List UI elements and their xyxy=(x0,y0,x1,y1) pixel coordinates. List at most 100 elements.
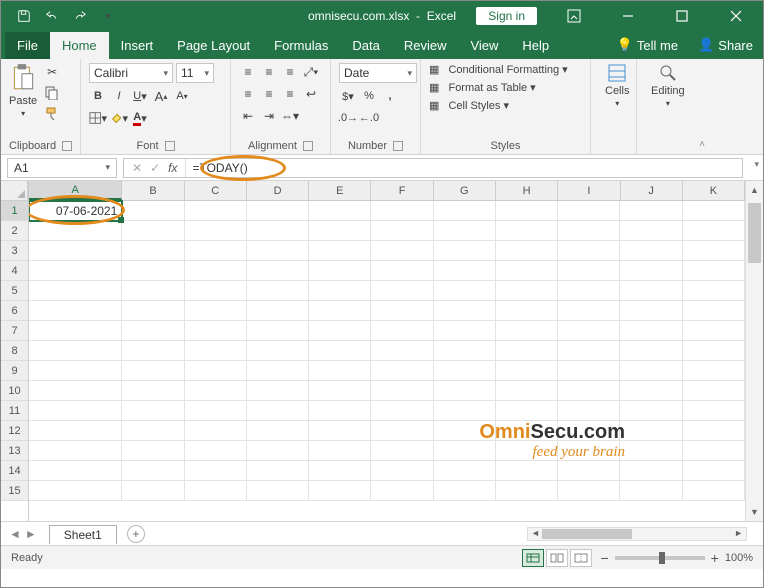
sheet-nav-prev-icon[interactable]: ◄ xyxy=(9,527,21,541)
percent-icon[interactable]: % xyxy=(360,87,378,105)
column-header[interactable]: B xyxy=(122,181,184,200)
column-header[interactable]: G xyxy=(434,181,496,200)
decrease-decimal-icon[interactable]: ←.0 xyxy=(360,109,378,127)
tab-help[interactable]: Help xyxy=(510,32,561,59)
merge-icon[interactable]: ⇔▾ xyxy=(281,107,299,125)
maximize-icon[interactable] xyxy=(659,1,705,31)
column-header[interactable]: I xyxy=(558,181,620,200)
align-center-icon[interactable]: ≡ xyxy=(260,85,278,103)
comma-icon[interactable]: , xyxy=(381,87,399,105)
fx-icon[interactable]: fx xyxy=(168,161,177,175)
cell-grid[interactable]: 07-06-2021 xyxy=(29,201,745,501)
share-button[interactable]: 👤Share xyxy=(688,31,763,59)
editing-button[interactable]: Editing▾ xyxy=(645,63,691,108)
font-launcher-icon[interactable] xyxy=(165,141,175,151)
tab-page-layout[interactable]: Page Layout xyxy=(165,32,262,59)
column-header[interactable]: J xyxy=(621,181,683,200)
qat-customize-icon[interactable]: ▾ xyxy=(99,7,117,25)
scroll-up-icon[interactable]: ▲ xyxy=(746,185,763,195)
row-header[interactable]: 8 xyxy=(1,341,28,361)
number-format-select[interactable]: Date▾ xyxy=(339,63,417,83)
row-header[interactable]: 2 xyxy=(1,221,28,241)
decrease-indent-icon[interactable]: ⇤ xyxy=(239,107,257,125)
row-header[interactable]: 3 xyxy=(1,241,28,261)
increase-indent-icon[interactable]: ⇥ xyxy=(260,107,278,125)
close-icon[interactable] xyxy=(713,1,759,31)
paste-button[interactable]: Paste▾ xyxy=(9,63,37,118)
row-header[interactable]: 5 xyxy=(1,281,28,301)
row-header[interactable]: 14 xyxy=(1,461,28,481)
signin-button[interactable]: Sign in xyxy=(476,7,537,25)
column-header[interactable]: C xyxy=(185,181,247,200)
row-header[interactable]: 1 xyxy=(1,201,28,221)
row-header[interactable]: 6 xyxy=(1,301,28,321)
font-color-icon[interactable]: A▾ xyxy=(131,109,149,127)
cells-button[interactable]: Cells▾ xyxy=(599,63,635,108)
tab-review[interactable]: Review xyxy=(392,32,459,59)
column-header[interactable]: E xyxy=(309,181,371,200)
accounting-icon[interactable]: $▾ xyxy=(339,87,357,105)
scroll-right-icon[interactable]: ► xyxy=(734,528,743,538)
conditional-formatting-button[interactable]: ▦ Conditional Formatting▾ xyxy=(429,63,568,76)
bold-icon[interactable]: B xyxy=(89,87,107,105)
vertical-scrollbar[interactable]: ▲ ▼ xyxy=(745,181,763,521)
column-header[interactable]: A xyxy=(29,181,122,200)
column-header[interactable]: K xyxy=(683,181,745,200)
enter-formula-icon[interactable]: ✓ xyxy=(150,161,160,175)
tab-view[interactable]: View xyxy=(458,32,510,59)
view-page-layout-icon[interactable] xyxy=(546,549,568,567)
sheet-nav-next-icon[interactable]: ► xyxy=(25,527,37,541)
tab-insert[interactable]: Insert xyxy=(109,32,166,59)
tab-data[interactable]: Data xyxy=(340,32,391,59)
zoom-in-button[interactable]: + xyxy=(711,550,719,566)
row-header[interactable]: 12 xyxy=(1,421,28,441)
number-launcher-icon[interactable] xyxy=(393,141,403,151)
column-header[interactable]: H xyxy=(496,181,558,200)
scroll-left-icon[interactable]: ◄ xyxy=(531,528,540,538)
sheet-tab[interactable]: Sheet1 xyxy=(49,525,117,544)
row-header[interactable]: 9 xyxy=(1,361,28,381)
row-header[interactable]: 15 xyxy=(1,481,28,501)
row-header[interactable]: 4 xyxy=(1,261,28,281)
minimize-icon[interactable] xyxy=(605,1,651,31)
column-header[interactable]: D xyxy=(247,181,309,200)
increase-decimal-icon[interactable]: .0→ xyxy=(339,109,357,127)
underline-icon[interactable]: U▾ xyxy=(131,87,149,105)
wrap-text-icon[interactable]: ↩ xyxy=(302,85,320,103)
cancel-formula-icon[interactable]: ✕ xyxy=(132,161,142,175)
cell-styles-button[interactable]: ▦ Cell Styles▾ xyxy=(429,99,509,112)
decrease-font-icon[interactable]: A▾ xyxy=(173,87,191,105)
tab-home[interactable]: Home xyxy=(50,32,109,59)
cut-icon[interactable]: ✂ xyxy=(43,63,61,81)
zoom-level[interactable]: 100% xyxy=(725,552,753,564)
font-size-select[interactable]: 11▾ xyxy=(176,63,214,83)
view-normal-icon[interactable] xyxy=(522,549,544,567)
tellme-search[interactable]: 💡Tell me xyxy=(607,31,688,59)
save-icon[interactable] xyxy=(15,7,33,25)
clipboard-launcher-icon[interactable] xyxy=(62,141,72,151)
expand-formula-bar-icon[interactable]: ▾ xyxy=(754,159,759,170)
fill-color-icon[interactable]: ▾ xyxy=(110,109,128,127)
row-header[interactable]: 10 xyxy=(1,381,28,401)
align-bottom-icon[interactable]: ≡ xyxy=(281,63,299,81)
row-header[interactable]: 7 xyxy=(1,321,28,341)
italic-icon[interactable]: I xyxy=(110,87,128,105)
formula-input[interactable]: =TODAY() xyxy=(186,161,742,175)
align-left-icon[interactable]: ≡ xyxy=(239,85,257,103)
alignment-launcher-icon[interactable] xyxy=(303,141,313,151)
horizontal-scrollbar[interactable]: ◄ ► xyxy=(527,527,747,541)
cell-a1[interactable]: 07-06-2021 xyxy=(29,201,122,221)
name-box[interactable]: A1▾ xyxy=(7,158,117,178)
borders-icon[interactable]: ▾ xyxy=(89,109,107,127)
new-sheet-button[interactable]: + xyxy=(127,525,145,543)
tab-formulas[interactable]: Formulas xyxy=(262,32,340,59)
row-header[interactable]: 11 xyxy=(1,401,28,421)
zoom-out-button[interactable]: − xyxy=(600,550,608,566)
align-top-icon[interactable]: ≡ xyxy=(239,63,257,81)
ribbon-display-icon[interactable] xyxy=(551,1,597,31)
copy-icon[interactable] xyxy=(43,84,61,102)
scroll-down-icon[interactable]: ▼ xyxy=(746,507,763,517)
redo-icon[interactable] xyxy=(71,7,89,25)
format-painter-icon[interactable] xyxy=(43,105,61,123)
font-name-select[interactable]: Calibri▾ xyxy=(89,63,173,83)
